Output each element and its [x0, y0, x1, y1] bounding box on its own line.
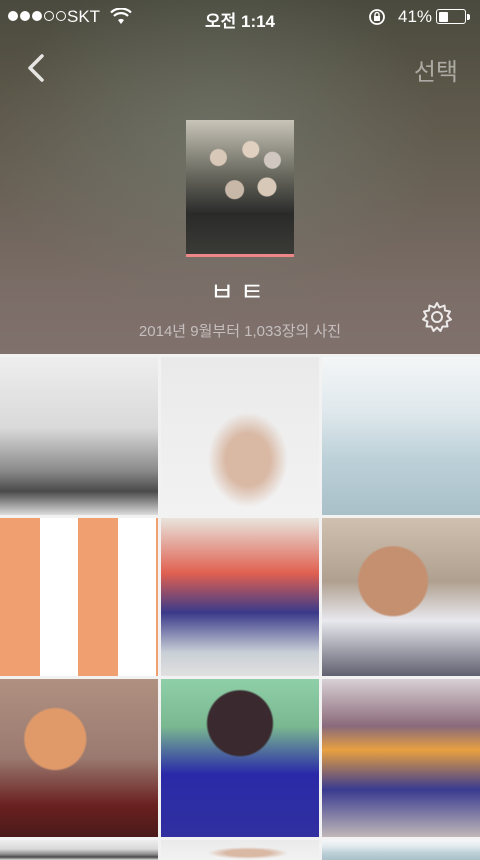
photo-thumbnail[interactable] [322, 679, 480, 837]
battery-percent: 41% [398, 7, 433, 26]
album-cover-image [186, 120, 294, 257]
battery-tip [467, 14, 470, 20]
photo-thumbnail[interactable] [322, 518, 480, 676]
album-header: SKT 오전 1:14 41% 선택 ㅂㅌ 2014년 9월부터 1,033장의… [0, 0, 480, 354]
photo-thumbnail-partial[interactable] [0, 840, 158, 860]
photo-thumbnail-partial[interactable] [322, 840, 480, 860]
photo-thumbnail-partial[interactable] [161, 840, 319, 860]
photo-thumbnail[interactable] [161, 518, 319, 676]
rotation-lock-icon [368, 8, 386, 31]
select-button[interactable]: 선택 [414, 52, 458, 87]
photo-thumbnail[interactable] [0, 518, 158, 676]
photo-thumbnail[interactable] [161, 357, 319, 515]
back-button[interactable] [22, 50, 52, 86]
photo-thumbnail[interactable] [322, 357, 480, 515]
photo-thumbnail[interactable] [161, 679, 319, 837]
gear-icon [422, 302, 452, 332]
photo-thumbnail[interactable] [0, 357, 158, 515]
album-subtitle: 2014년 9월부터 1,033장의 사진 [138, 323, 342, 340]
chevron-left-icon [28, 54, 44, 82]
battery-icon [436, 9, 466, 24]
photo-thumbnail[interactable] [0, 679, 158, 837]
settings-button[interactable] [420, 300, 454, 334]
album-title: ㅂㅌ [210, 277, 270, 307]
status-bar: SKT 오전 1:14 41% [0, 0, 480, 34]
